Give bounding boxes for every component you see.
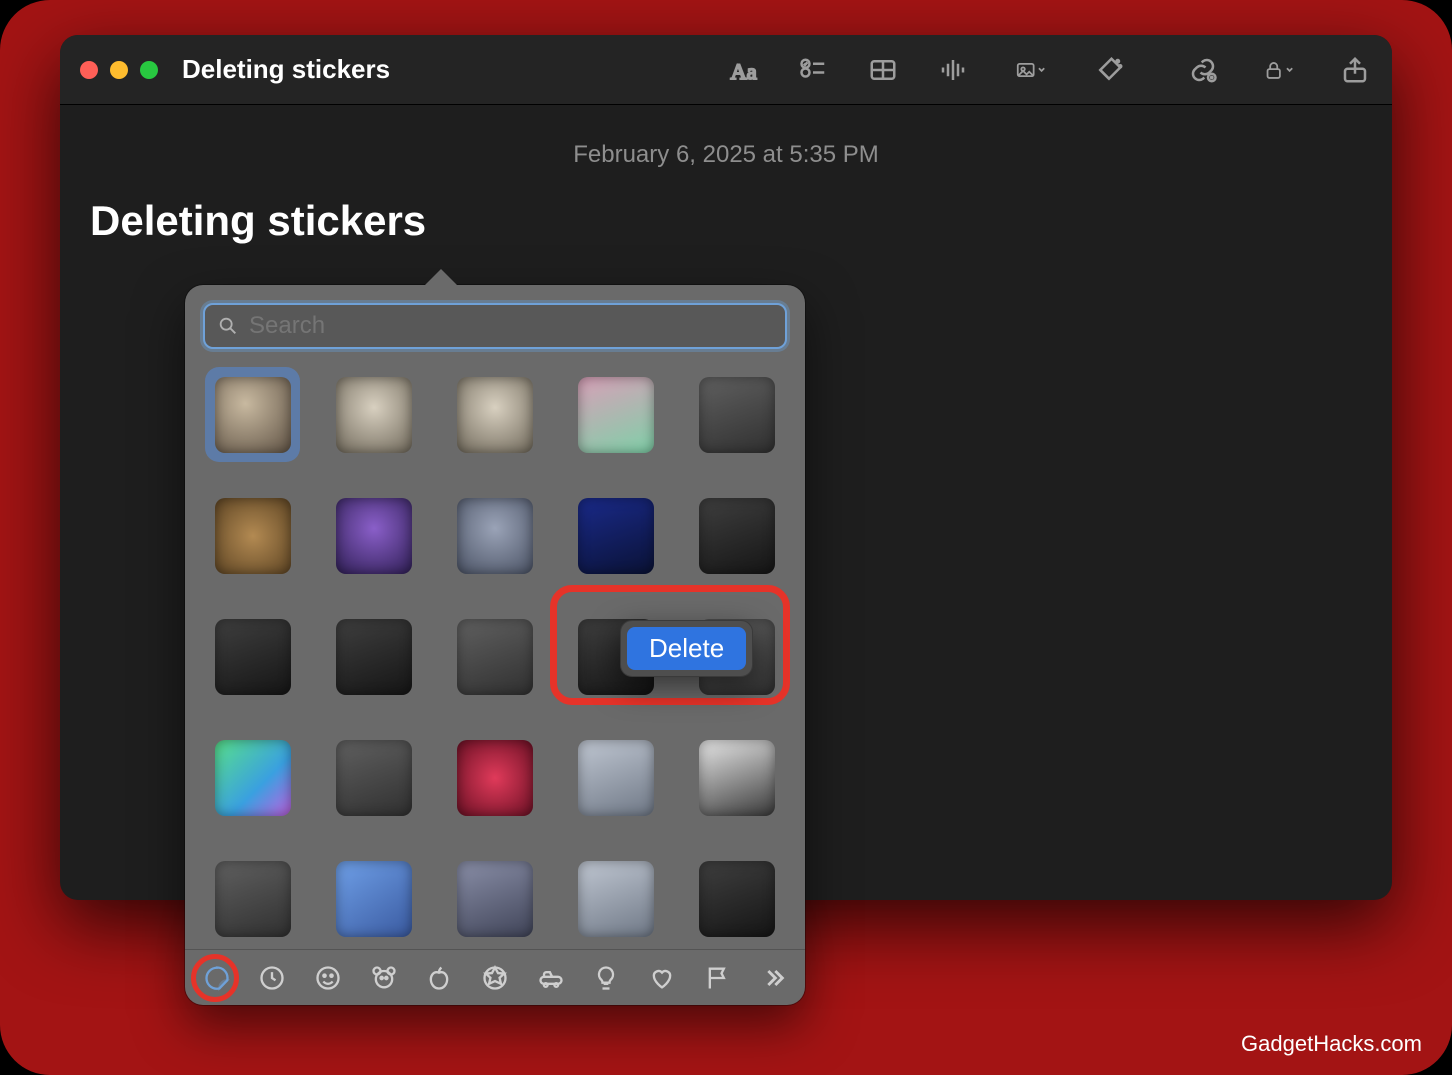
close-window-button[interactable] — [80, 61, 98, 79]
sticker-thumb — [215, 498, 291, 574]
sticker-thumb — [457, 619, 533, 695]
sticker-cloud[interactable] — [326, 852, 421, 947]
sticker-crow[interactable] — [205, 609, 300, 704]
audio-button[interactable] — [936, 53, 970, 87]
sticker-thumb — [215, 740, 291, 816]
media-button[interactable] — [1006, 53, 1056, 87]
sticker-thumb — [336, 498, 412, 574]
category-travel[interactable] — [531, 957, 571, 999]
window-title: Deleting stickers — [182, 54, 390, 85]
category-flags[interactable] — [698, 957, 738, 999]
category-food[interactable] — [420, 957, 460, 999]
sticker-cow[interactable] — [690, 852, 785, 947]
sticker-thumb — [699, 498, 775, 574]
note-date: February 6, 2025 at 5:35 PM — [90, 141, 1362, 169]
sticker-thumb — [336, 740, 412, 816]
note-body: February 6, 2025 at 5:35 PM Deleting sti… — [60, 105, 1392, 275]
sticker-thumb — [578, 740, 654, 816]
sticker-thumb — [699, 377, 775, 453]
sticker-wizard[interactable] — [205, 852, 300, 947]
sticker-category-row — [185, 949, 805, 1005]
delete-sticker-menu-item[interactable]: Delete — [627, 627, 746, 670]
sticker-cat-blue-sweater[interactable] — [569, 488, 664, 583]
sticker-thumb — [578, 498, 654, 574]
sticker-thumb — [457, 498, 533, 574]
category-activity[interactable] — [475, 957, 515, 999]
sticker-thumb — [457, 377, 533, 453]
sticker-thumb — [215, 861, 291, 937]
table-button[interactable] — [866, 53, 900, 87]
sticker-mayan-disc[interactable] — [205, 488, 300, 583]
sticker-search-input[interactable] — [249, 312, 773, 340]
sticker-skull[interactable] — [447, 367, 542, 462]
category-smileys[interactable] — [308, 957, 348, 999]
sticker-thumb — [215, 377, 291, 453]
sticker-llama[interactable] — [326, 367, 421, 462]
sticker-thumb — [336, 861, 412, 937]
page-frame: Deleting stickers Aa — [0, 0, 1452, 1075]
lock-button[interactable] — [1254, 53, 1304, 87]
sticker-butterfly-neon[interactable] — [205, 731, 300, 826]
category-recent[interactable] — [253, 957, 293, 999]
share-button[interactable] — [1338, 53, 1372, 87]
sticker-penguins[interactable] — [690, 367, 785, 462]
category-stickers[interactable] — [197, 957, 237, 999]
sticker-black-cat-lying[interactable] — [326, 609, 421, 704]
checklist-button[interactable] — [796, 53, 830, 87]
category-animals[interactable] — [364, 957, 404, 999]
sticker-thumb — [578, 861, 654, 937]
sticker-elephant-clockeyes[interactable] — [447, 488, 542, 583]
traffic-lights — [80, 61, 158, 79]
sticker-thumb — [336, 619, 412, 695]
svg-text:Aa: Aa — [731, 58, 757, 83]
link-note-button[interactable] — [1186, 53, 1220, 87]
sticker-thumb — [699, 861, 775, 937]
sticker-cat-face[interactable] — [326, 731, 421, 826]
watermark: GadgetHacks.com — [1241, 1031, 1422, 1057]
sticker-thumb — [457, 861, 533, 937]
sticker-dahlia-flower[interactable] — [447, 731, 542, 826]
sticker-thumb — [336, 377, 412, 453]
sticker-purple-hands[interactable] — [447, 852, 542, 947]
category-more[interactable] — [753, 957, 793, 999]
sticker-butterfly-pastel[interactable] — [569, 367, 664, 462]
sticker-thumb — [457, 740, 533, 816]
window-titlebar: Deleting stickers Aa — [60, 35, 1392, 105]
toolbar-right-group — [1186, 53, 1372, 87]
ai-tools-button[interactable] — [1092, 53, 1126, 87]
sticker-context-menu: Delete — [620, 620, 753, 677]
sticker-thumb — [578, 377, 654, 453]
toolbar-left-group: Aa — [726, 53, 1136, 87]
sticker-thumb — [215, 619, 291, 695]
sticker-search-wrap[interactable] — [203, 303, 787, 349]
sticker-cat-sitting[interactable] — [447, 609, 542, 704]
search-icon — [217, 315, 239, 337]
sticker-person-running[interactable] — [205, 367, 300, 462]
sticker-medusa-bust[interactable] — [569, 731, 664, 826]
zoom-window-button[interactable] — [140, 61, 158, 79]
category-objects[interactable] — [586, 957, 626, 999]
sticker-bat-creature[interactable] — [326, 488, 421, 583]
format-button[interactable]: Aa — [726, 53, 760, 87]
category-symbols[interactable] — [642, 957, 682, 999]
sticker-thumb — [699, 740, 775, 816]
note-title: Deleting stickers — [90, 197, 1362, 245]
sticker-tuxedo-cat[interactable] — [690, 731, 785, 826]
sticker-cat-dance[interactable] — [690, 488, 785, 583]
sticker-lion-statue[interactable] — [569, 852, 664, 947]
minimize-window-button[interactable] — [110, 61, 128, 79]
